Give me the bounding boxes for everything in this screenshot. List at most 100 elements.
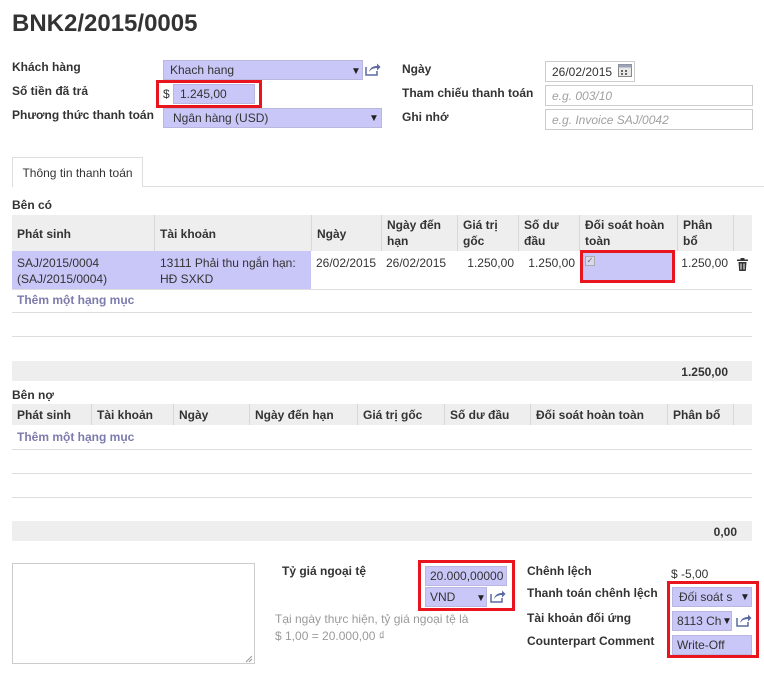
col-separator [518,215,519,251]
col-allocation-line2: bổ [683,234,698,248]
debit-col-date[interactable]: Ngày [179,407,208,423]
row-divider [12,497,752,498]
row-divider [12,449,752,450]
col-allocation-line1: Phân [683,218,713,232]
reference-placeholder: e.g. 003/10 [552,89,613,103]
col-due-line1: Ngày đến [387,218,442,232]
highlight-difference [667,581,759,658]
tab-payment-info[interactable]: Thông tin thanh toán [12,157,143,187]
col-balance-line2: đầu [524,234,546,248]
col-origin[interactable]: Phát sinh [17,226,71,242]
rate-label: Tỷ giá ngoại tệ [282,564,367,578]
memo-input[interactable]: e.g. Invoice SAJ/0042 [545,109,753,130]
col-allocation[interactable]: Phân bổ [683,217,712,249]
row-origin-line1: SAJ/2015/0004 [17,256,100,270]
row-account: 13111 Phải thu ngắn hạn: HĐ SXKD [160,255,296,287]
row-balance: 1.250,00 [528,256,575,270]
credit-section-title: Bên có [12,198,53,212]
credit-total: 1.250,00 [681,365,728,379]
row-account-line1: 13111 Phải thu ngắn hạn: [160,256,296,270]
amount-label: Số tiền đã trả [12,84,89,98]
col-original[interactable]: Giá trị gốc [463,217,498,249]
col-separator [667,404,668,425]
payment-method-value: Ngân hàng (USD) [173,111,269,125]
date-label: Ngày [402,62,432,76]
counterpart-comment-label: Counterpart Comment [527,634,655,648]
chevron-down-icon[interactable]: ▼ [369,113,379,124]
difference-payment-label: Thanh toán chênh lệch [527,586,658,600]
col-due-date[interactable]: Ngày đến hạn [387,217,441,249]
payment-method-select[interactable]: Ngân hàng (USD) [163,108,382,128]
col-balance-line1: Số dư [524,218,559,232]
row-due-date: 26/02/2015 [386,256,447,270]
customer-value: Khach hang [170,63,235,77]
debit-col-due-date[interactable]: Ngày đến hạn [255,407,334,423]
debit-col-account[interactable]: Tài khoản [97,407,153,423]
highlight-reconcile [580,250,675,283]
row-divider [12,336,752,337]
col-date[interactable]: Ngày [317,226,346,242]
debit-total: 0,00 [713,525,737,539]
col-separator [457,215,458,251]
resize-handle-icon[interactable] [245,655,253,663]
reference-input[interactable]: e.g. 003/10 [545,85,753,106]
highlight-amount [156,80,262,108]
page-title: BNK2/2015/0005 [12,10,198,37]
debit-col-origin[interactable]: Phát sinh [17,407,71,423]
row-origin: SAJ/2015/0004 (SAJ/2015/0004) [17,255,107,287]
col-separator [733,215,734,251]
calendar-icon[interactable] [618,64,632,77]
notes-textarea[interactable] [12,563,255,664]
external-link-icon[interactable] [365,62,381,76]
debit-col-allocation[interactable]: Phân bổ [673,407,720,423]
debit-col-balance[interactable]: Số dư đầu [450,407,509,423]
counterpart-account-label: Tài khoản đối ứng [527,611,632,625]
customer-select[interactable]: Khach hang [163,60,363,80]
rate-note: Tại ngày thực hiện, tỷ giá ngoại tệ là $… [275,611,468,645]
debit-section-title: Bên nợ [12,388,54,402]
col-separator [530,404,531,425]
row-divider [12,312,752,313]
debit-col-original[interactable]: Giá trị gốc [363,407,422,423]
col-separator [357,404,358,425]
row-divider [12,473,752,474]
reference-label: Tham chiếu thanh toán [402,86,534,100]
col-separator [444,404,445,425]
rate-note-line2: $ 1,00 = 20.000,00 ₫ [275,629,385,643]
col-reconcile[interactable]: Đối soát hoàn toàn [585,217,664,249]
col-separator [173,404,174,425]
row-divider [12,289,752,290]
col-separator [677,215,678,251]
col-balance[interactable]: Số dư đầu [524,217,559,249]
col-separator [733,404,734,425]
difference-value: $ -5,00 [671,567,709,581]
highlight-rate [418,560,515,611]
col-due-line2: hạn [387,234,409,248]
row-origin-line2: (SAJ/2015/0004) [17,272,108,286]
col-separator [249,404,250,425]
col-original-line1: Giá trị [463,218,498,232]
col-account[interactable]: Tài khoản [160,226,216,242]
col-separator [311,215,312,251]
rate-note-line1: Tại ngày thực hiện, tỷ giá ngoại tệ là [275,612,469,626]
customer-label: Khách hàng [12,60,81,74]
row-original: 1.250,00 [467,256,514,270]
col-separator [91,404,92,425]
chevron-down-icon[interactable]: ▼ [351,66,361,77]
col-separator [154,215,155,251]
debit-add-item-link[interactable]: Thêm một hạng mục [17,430,134,444]
memo-placeholder: e.g. Invoice SAJ/0042 [552,113,669,127]
tab-gap [13,186,142,187]
col-original-line2: gốc [463,234,485,248]
difference-label: Chênh lệch [527,564,592,578]
col-reconcile-line1: Đối soát hoàn [585,218,665,232]
row-allocation: 1.250,00 [681,256,728,270]
col-separator [381,215,382,251]
date-value: 26/02/2015 [552,65,613,79]
col-reconcile-line2: toàn [585,234,611,248]
row-date: 26/02/2015 [316,256,377,270]
debit-col-reconcile[interactable]: Đối soát hoàn toàn [536,407,644,423]
trash-icon[interactable] [737,258,748,271]
credit-add-item-link[interactable]: Thêm một hạng mục [17,293,134,307]
row-account-line2: HĐ SXKD [160,272,214,286]
